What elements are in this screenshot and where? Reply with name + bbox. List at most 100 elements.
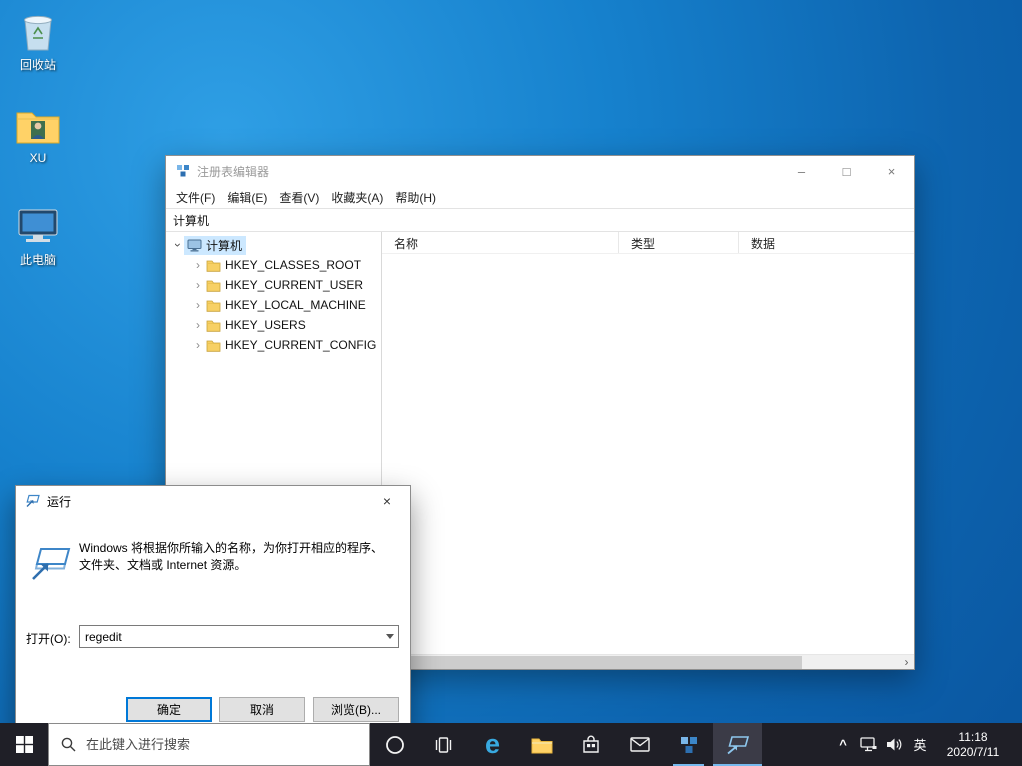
run-icon [30, 546, 72, 587]
regedit-taskbar-button[interactable] [664, 723, 713, 766]
scroll-right-icon[interactable]: › [899, 655, 914, 670]
run-command-input[interactable] [80, 629, 381, 644]
expand-icon[interactable]: › [192, 318, 204, 332]
mail-button[interactable] [615, 723, 664, 766]
system-tray: ^ 英 11:18 2020/7/11 [831, 723, 1022, 766]
run-description-line1: Windows 将根据你所输入的名称，为你打开相应的程序、 [79, 541, 384, 555]
run-description-line2: 文件夹、文档或 Internet 资源。 [79, 558, 247, 572]
column-header-data[interactable]: 数据 [739, 232, 914, 253]
regedit-value-list: 名称 类型 数据 [382, 232, 914, 654]
collapse-icon[interactable]: › [171, 239, 185, 251]
menu-favorites[interactable]: 收藏夹(A) [325, 187, 389, 208]
run-dialog: 运行 × Windows 将根据你所输入的名称，为你打开相应的程序、 文件夹、文… [15, 485, 411, 741]
menu-view[interactable]: 查看(V) [273, 187, 325, 208]
regedit-titlebar[interactable]: 注册表编辑器 – □ × [166, 156, 914, 186]
taskbar: e [0, 723, 1022, 766]
regedit-address-bar[interactable]: 计算机 [166, 208, 914, 232]
tray-chevron-up-icon[interactable]: ^ [831, 723, 855, 766]
menu-help[interactable]: 帮助(H) [389, 187, 442, 208]
regedit-app-icon [175, 163, 191, 179]
search-icon [61, 737, 76, 752]
run-icon [726, 735, 749, 754]
folder-icon [206, 260, 221, 272]
desktop-icon-this-pc[interactable]: 此电脑 [2, 203, 74, 268]
mail-icon [629, 737, 650, 752]
tree-node-label: HKEY_LOCAL_MACHINE [225, 298, 366, 312]
cortana-icon [385, 735, 404, 754]
expand-icon[interactable]: › [192, 278, 204, 292]
folder-icon [206, 320, 221, 332]
run-combobox[interactable] [79, 625, 399, 648]
column-header-type[interactable]: 类型 [619, 232, 739, 253]
desktop-icon-label: XU [29, 151, 47, 165]
menu-file[interactable]: 文件(F) [170, 187, 221, 208]
recycle-bin-icon [2, 8, 74, 54]
user-folder-icon [2, 103, 74, 149]
tree-node-computer[interactable]: › 计算机 [166, 235, 381, 255]
volume-button[interactable] [881, 723, 907, 766]
close-button[interactable]: × [869, 156, 914, 186]
tree-node-hkcu[interactable]: › HKEY_CURRENT_USER [166, 275, 381, 295]
close-icon[interactable]: × [364, 487, 410, 516]
desktop-icon-user-folder[interactable]: XU [2, 103, 74, 165]
task-view-icon [435, 736, 452, 753]
tree-node-label: 计算机 [206, 238, 243, 253]
folder-icon [206, 280, 221, 292]
run-description: Windows 将根据你所输入的名称，为你打开相应的程序、 文件夹、文档或 In… [79, 540, 399, 574]
run-dialog-title: 运行 [47, 494, 72, 509]
tree-node-label: HKEY_CURRENT_CONFIG [225, 338, 377, 352]
edge-button[interactable]: e [468, 723, 517, 766]
tree-node-hklm[interactable]: › HKEY_LOCAL_MACHINE [166, 295, 381, 315]
clock[interactable]: 11:18 2020/7/11 [933, 730, 1013, 760]
taskbar-search[interactable] [48, 723, 370, 766]
volume-icon [886, 738, 901, 751]
expand-icon[interactable]: › [192, 298, 204, 312]
list-header: 名称 类型 数据 [382, 232, 914, 254]
minimize-button[interactable]: – [779, 156, 824, 186]
file-explorer-icon [531, 738, 552, 753]
column-header-name[interactable]: 名称 [382, 232, 619, 253]
run-taskbar-button[interactable] [713, 723, 762, 766]
tree-node-label: HKEY_CURRENT_USER [225, 278, 364, 292]
desktop-icon-recycle-bin[interactable]: 回收站 [2, 8, 74, 73]
tree-node-hkcc[interactable]: › HKEY_CURRENT_CONFIG [166, 335, 381, 355]
expand-icon[interactable]: › [192, 258, 204, 272]
expand-icon[interactable]: › [192, 338, 204, 352]
network-button[interactable] [855, 723, 881, 766]
ime-indicator[interactable]: 英 [907, 723, 933, 766]
search-input[interactable] [86, 737, 369, 752]
maximize-button[interactable]: □ [824, 156, 869, 186]
store-icon [582, 735, 599, 753]
open-label: 打开(O): [26, 632, 71, 646]
desktop-icon-label: 此电脑 [19, 253, 56, 267]
task-view-button[interactable] [419, 723, 468, 766]
edge-icon: e [484, 729, 501, 759]
folder-icon [206, 300, 221, 312]
menu-edit[interactable]: 编辑(E) [221, 187, 273, 208]
cortana-button[interactable] [370, 723, 419, 766]
taskbar-app-icons: e [370, 723, 762, 766]
windows-logo-icon [15, 736, 33, 753]
tree-node-hkcr[interactable]: › HKEY_CLASSES_ROOT [166, 255, 381, 275]
run-titlebar[interactable]: 运行 × [16, 486, 410, 516]
desktop-icon-label: 回收站 [19, 58, 56, 72]
tree-node-hku[interactable]: › HKEY_USERS [166, 315, 381, 335]
network-icon [859, 737, 876, 752]
list-empty-area[interactable] [382, 254, 914, 654]
this-pc-icon [2, 203, 74, 249]
regedit-icon [680, 736, 697, 753]
combo-dropdown-button[interactable] [381, 626, 398, 647]
folder-icon [206, 340, 221, 352]
chevron-down-icon [385, 634, 394, 639]
cancel-button[interactable]: 取消 [219, 697, 305, 722]
computer-icon [187, 239, 202, 251]
browse-button[interactable]: 浏览(B)... [313, 697, 399, 722]
run-app-icon [25, 493, 41, 509]
store-button[interactable] [566, 723, 615, 766]
tree-node-label: HKEY_USERS [225, 318, 306, 332]
ok-button[interactable]: 确定 [126, 697, 212, 722]
run-dialog-body: Windows 将根据你所输入的名称，为你打开相应的程序、 文件夹、文档或 In… [16, 516, 410, 742]
start-button[interactable] [0, 723, 48, 766]
regedit-window-title: 注册表编辑器 [197, 164, 270, 179]
file-explorer-button[interactable] [517, 723, 566, 766]
